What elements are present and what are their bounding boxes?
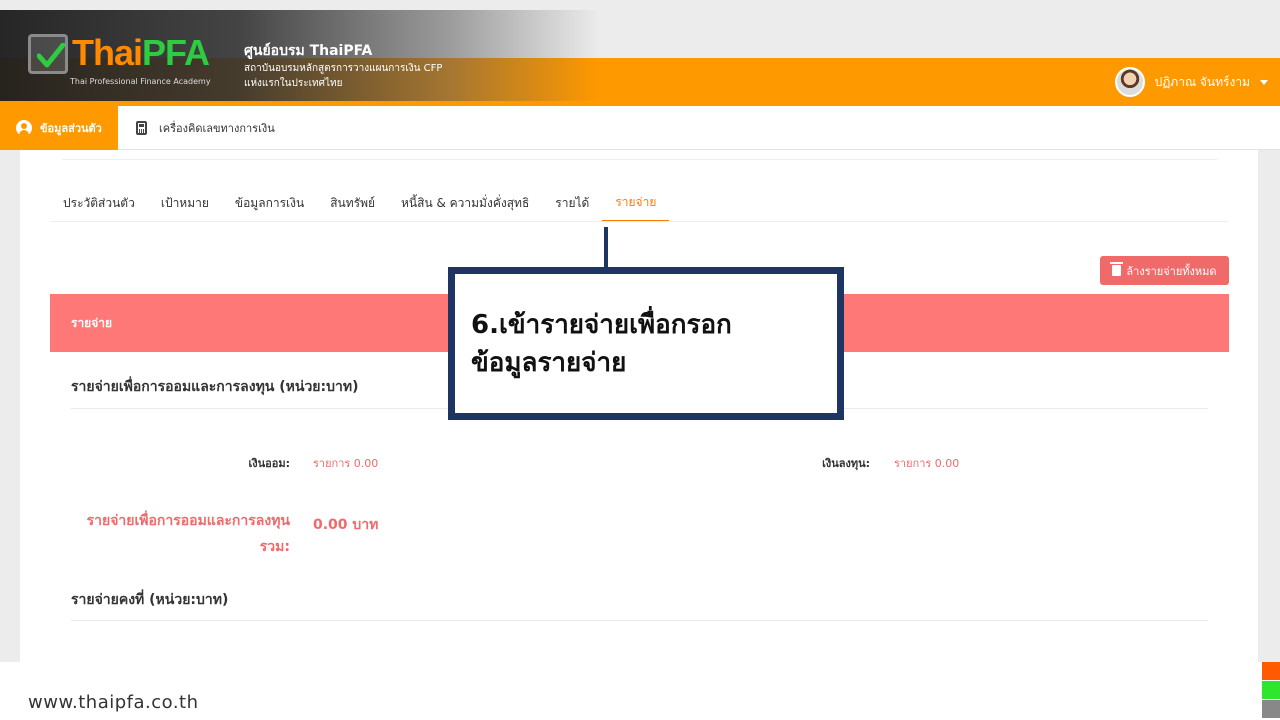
check-icon bbox=[37, 43, 65, 68]
nav-calculator-label: เครื่องคิดเลขทางการเงิน bbox=[159, 122, 275, 135]
header-title: ศูนย์อบรม ThaiPFA bbox=[244, 43, 373, 59]
clear-expenses-button[interactable]: ล้างรายจ่ายทั้งหมด bbox=[1100, 256, 1229, 285]
callout-pointer bbox=[604, 227, 608, 269]
logo-thai: Thai bbox=[72, 32, 143, 73]
tab-financial-info[interactable]: ข้อมูลการเงิน bbox=[222, 184, 317, 222]
checkbox-icon bbox=[28, 34, 68, 74]
callout-text: 6.เข้ารายจ่ายเพื่อกรอก ข้อมูลรายจ่าย bbox=[471, 306, 732, 382]
user-name[interactable]: ปฏิภาณ จันทร์งาม bbox=[1155, 73, 1250, 92]
divider bbox=[71, 620, 1208, 621]
nav-profile[interactable]: ข้อมูลส่วนตัว bbox=[0, 106, 118, 150]
tab-goals[interactable]: เป้าหมาย bbox=[148, 184, 222, 222]
tab-income[interactable]: รายได้ bbox=[542, 184, 602, 222]
calculator-icon bbox=[136, 121, 147, 135]
total-label: รายจ่ายเพื่อการออมและการลงทุนรวม: bbox=[86, 513, 290, 555]
tab-liabilities[interactable]: หนี้สิน & ความมั่งคั่งสุทธิ bbox=[388, 184, 542, 222]
total-value: 0.00 บาท bbox=[313, 517, 379, 533]
footer-url: www.thaipfa.co.th bbox=[28, 692, 199, 713]
header-line-1: สถาบันอบรมหลักสูตรการวางแผนการเงิน CFP bbox=[244, 63, 443, 74]
savings-value[interactable]: รายการ 0.00 bbox=[313, 454, 378, 472]
savings-heading: รายจ่ายเพื่อการออมและการลงทุน (หน่วย:บาท… bbox=[71, 379, 359, 395]
tab-assets[interactable]: สินทรัพย์ bbox=[317, 184, 388, 222]
tab-bar: ประวัติส่วนตัว เป้าหมาย ข้อมูลการเงิน สิ… bbox=[50, 184, 670, 224]
fixed-expenses-heading: รายจ่ายคงที่ (หน่วย:บาท) bbox=[71, 592, 229, 608]
callout-line-2: ข้อมูลรายจ่าย bbox=[471, 348, 627, 378]
tab-expenses[interactable]: รายจ่าย bbox=[602, 184, 670, 222]
decor-square bbox=[1262, 700, 1280, 718]
tab-personal-history[interactable]: ประวัติส่วนตัว bbox=[50, 184, 148, 222]
user-circle-icon bbox=[16, 120, 32, 136]
brand-header: ThaiPFA Thai Professional Finance Academ… bbox=[0, 10, 600, 101]
header-line-2: แห่งแรกในประเทศไทย bbox=[244, 78, 343, 89]
savings-label: เงินออม: bbox=[248, 457, 290, 470]
divider bbox=[62, 159, 1217, 160]
chevron-down-icon[interactable] bbox=[1260, 79, 1268, 85]
tabs-divider bbox=[50, 221, 1228, 222]
nav-calculator[interactable]: เครื่องคิดเลขทางการเงิน bbox=[136, 106, 275, 150]
trash-icon bbox=[1110, 262, 1124, 276]
investment-value[interactable]: รายการ 0.00 bbox=[894, 454, 959, 472]
decor-square bbox=[1262, 662, 1280, 680]
investment-label: เงินลงทุน: bbox=[822, 457, 870, 470]
logo-pfa: PFA bbox=[142, 32, 210, 73]
main-nav: ข้อมูลส่วนตัว เครื่องคิดเลขทางการเงิน bbox=[0, 106, 1280, 150]
avatar[interactable] bbox=[1114, 67, 1145, 97]
clear-expenses-label: ล้างรายจ่ายทั้งหมด bbox=[1126, 264, 1217, 278]
nav-profile-label: ข้อมูลส่วนตัว bbox=[40, 122, 102, 135]
user-menu[interactable]: ปฏิภาณ จันทร์งาม bbox=[1114, 66, 1268, 98]
callout-line-1: 6.เข้ารายจ่ายเพื่อกรอก bbox=[471, 310, 732, 340]
decor-square bbox=[1262, 681, 1280, 699]
logo: ThaiPFA Thai Professional Finance Academ… bbox=[24, 32, 218, 92]
logo-subtitle: Thai Professional Finance Academy bbox=[70, 77, 211, 86]
callout-box: 6.เข้ารายจ่ายเพื่อกรอก ข้อมูลรายจ่าย bbox=[448, 267, 844, 420]
slide: ปฏิภาณ จันทร์งาม ข้อมูลส่วนตัว เครื่องคิ… bbox=[0, 0, 1280, 720]
logo-wordmark: ThaiPFA bbox=[72, 32, 210, 74]
